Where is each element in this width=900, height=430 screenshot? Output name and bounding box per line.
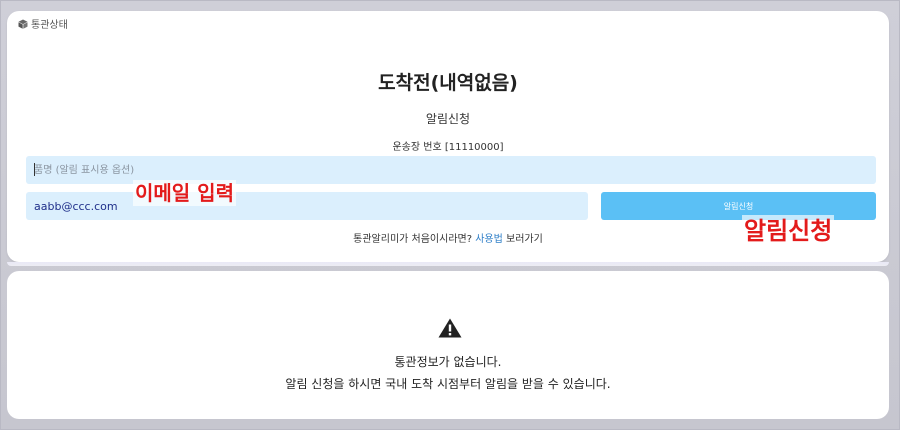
apply-notification-button[interactable]: 알림신청 (601, 192, 876, 220)
annotation-apply: 알림신청 (742, 215, 835, 247)
help-suffix: 보러가기 (502, 234, 543, 245)
tracking-number: 운송장 번호 [11110000] (392, 142, 504, 153)
status-subtitle: 알림신청 (425, 112, 471, 126)
section-header: 통관상태 (18, 16, 68, 31)
empty-hint: 알림 신청을 하시면 국내 도착 시점부터 알림을 받을 수 있습니다. (285, 377, 611, 391)
text-caret (34, 163, 35, 176)
warning-icon (438, 318, 462, 338)
annotation-email: 이메일 입력 (133, 180, 236, 206)
usage-guide-link[interactable]: 사용법 (475, 234, 503, 245)
empty-message: 통관정보가 없습니다. (394, 355, 502, 369)
help-prefix: 통관알리미가 처음이시라면? (353, 234, 476, 245)
status-title: 도착전(내역없음) (378, 72, 518, 94)
email-input[interactable] (26, 192, 588, 220)
cube-icon (18, 19, 28, 29)
section-label: 통관상태 (31, 20, 68, 31)
empty-state-card: 통관정보가 없습니다. 알림 신청을 하시면 국내 도착 시점부터 알림을 받을… (7, 271, 889, 419)
